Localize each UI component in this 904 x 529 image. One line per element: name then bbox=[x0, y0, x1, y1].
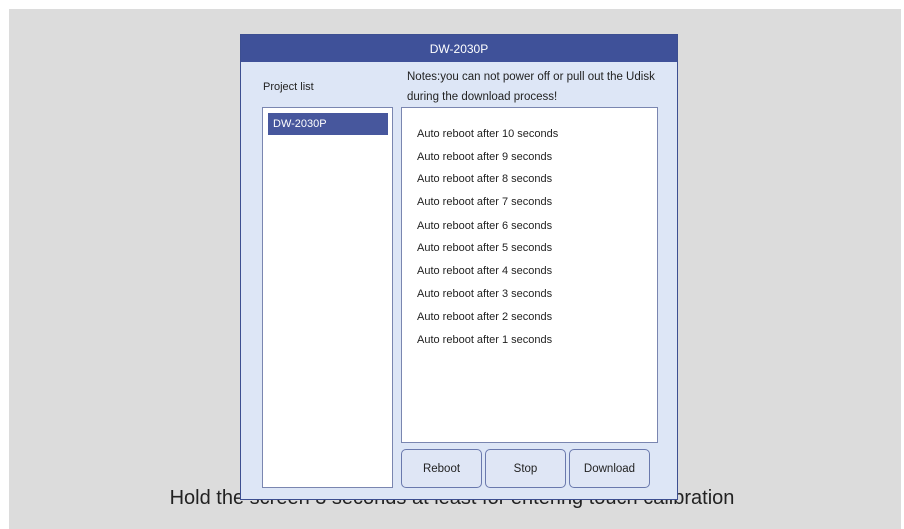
log-line: Auto reboot after 1 seconds bbox=[417, 334, 553, 346]
download-notes: Notes:you can not power off or pull out … bbox=[407, 71, 655, 103]
reboot-log-panel: Auto reboot after 10 seconds Auto reboot… bbox=[401, 107, 658, 443]
project-list-item-selected[interactable]: DW-2030P bbox=[268, 113, 388, 135]
log-line: Auto reboot after 4 seconds bbox=[417, 265, 553, 277]
log-line: Auto reboot after 7 seconds bbox=[417, 196, 553, 208]
log-line: Auto reboot after 2 seconds bbox=[417, 311, 553, 323]
project-list[interactable]: DW-2030P bbox=[262, 107, 393, 488]
project-list-label: Project list bbox=[263, 81, 314, 93]
log-line: Auto reboot after 3 seconds bbox=[417, 288, 553, 300]
log-line: Auto reboot after 9 seconds bbox=[417, 151, 553, 163]
update-dialog: DW-2030P Project list Notes:you can not … bbox=[240, 34, 678, 500]
stop-button[interactable]: Stop bbox=[485, 449, 566, 488]
log-line: Auto reboot after 5 seconds bbox=[417, 242, 553, 254]
log-line: Auto reboot after 10 seconds bbox=[417, 128, 559, 140]
log-line: Auto reboot after 8 seconds bbox=[417, 173, 553, 185]
download-button[interactable]: Download bbox=[569, 449, 650, 488]
dialog-title: DW-2030P bbox=[241, 35, 677, 62]
log-line: Auto reboot after 6 seconds bbox=[417, 220, 553, 232]
reboot-button[interactable]: Reboot bbox=[401, 449, 482, 488]
